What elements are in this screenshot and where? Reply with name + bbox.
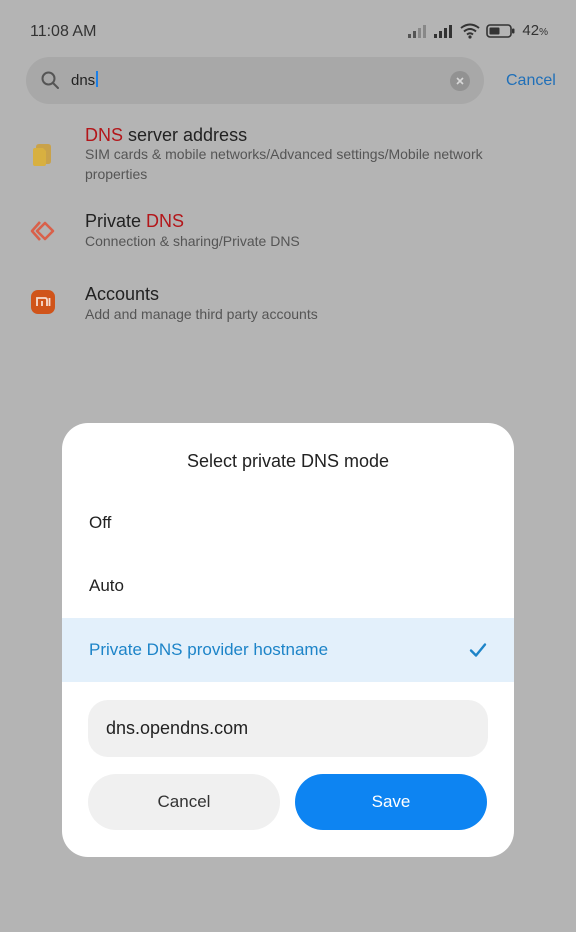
wifi-icon [460,23,481,39]
result-title: Private DNS [85,211,185,231]
cancel-button[interactable]: Cancel [88,774,280,830]
option-label: Off [89,513,112,532]
text-caret [96,71,99,87]
result-subtitle: SIM cards & mobile networks/Advanced set… [85,146,483,182]
checkmark-icon [469,643,487,657]
option-label: Private DNS provider hostname [89,640,329,659]
option-off[interactable]: Off [62,491,514,555]
dialog-title: Select private DNS mode [186,451,390,471]
option-auto[interactable]: Auto [62,554,514,618]
close-icon [456,77,464,85]
search-icon [41,71,59,89]
search-input[interactable]: dns [71,71,99,89]
sim-card-icon [33,144,51,166]
status-bar: 11:08 AM 42% [0,0,576,62]
result-item-private-dns[interactable]: Private DNS Connection & sharing/Private… [0,208,576,256]
battery-icon [486,23,515,38]
search-bar[interactable]: dns [26,57,484,104]
clear-search-button[interactable] [450,71,470,91]
result-item-accounts[interactable]: Accounts Add and manage third party acco… [0,280,576,328]
battery-percent: 42% [522,22,548,39]
connection-sharing-icon [30,221,55,241]
result-title: Accounts [85,284,160,304]
status-time: 11:08 AM [30,23,97,40]
result-item-dns-server-address[interactable]: DNS server address SIM cards & mobile ne… [0,118,576,186]
result-subtitle: Connection & sharing/Private DNS [85,233,300,249]
result-title: DNS server address [85,125,248,145]
save-button[interactable]: Save [295,774,487,830]
option-private-dns-hostname[interactable]: Private DNS provider hostname [62,618,514,682]
signal-icon [408,24,427,38]
private-dns-dialog: Select private DNS mode Off Auto Private… [62,423,514,857]
option-label: Auto [89,576,124,595]
status-icons: 42% [408,22,548,39]
signal-icon [434,24,453,38]
hostname-input[interactable] [88,700,488,757]
mi-account-icon [31,290,55,314]
result-subtitle: Add and manage third party accounts [85,306,318,322]
cancel-search-button[interactable]: Cancel [506,72,556,90]
